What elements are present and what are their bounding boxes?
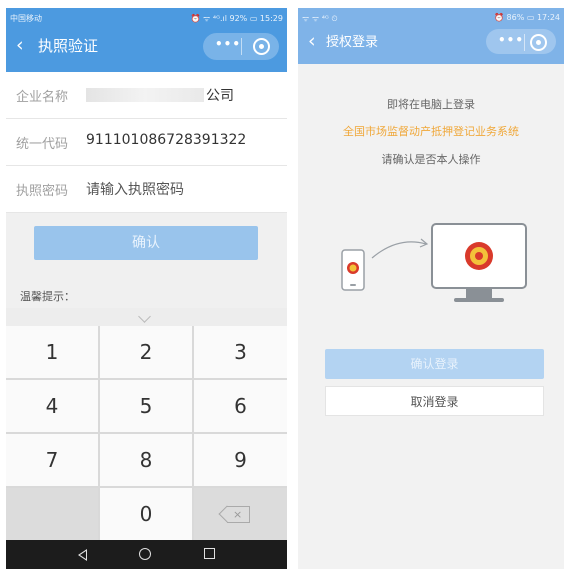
tip-label: 温馨提示： <box>20 290 75 303</box>
mini-program-capsule: ••• <box>203 33 279 60</box>
key-0[interactable]: 0 <box>100 488 192 540</box>
confirm-login-button[interactable]: 确认登录 <box>325 349 544 379</box>
collapse-keyboard-icon[interactable] <box>138 310 151 323</box>
status-indicators: ⏰ ᯤ ⁴ᴳ.ıl 92% ▭ 15:29 <box>190 14 283 23</box>
left-status-bar: 中国移动 ⏰ ᯤ ⁴ᴳ.ıl 92% ▭ 15:29 <box>10 11 283 25</box>
company-name-label: 企业名称 <box>16 90 69 105</box>
credit-code-value: 911101086728391322 <box>86 132 247 148</box>
company-name-redacted <box>86 88 204 102</box>
backspace-key[interactable]: × <box>194 488 287 540</box>
page-title: 授权登录 <box>326 35 379 50</box>
phone-icon <box>341 249 365 291</box>
more-icon[interactable]: ••• <box>215 37 241 51</box>
key-3[interactable]: 3 <box>194 326 287 378</box>
key-8[interactable]: 8 <box>100 434 192 486</box>
phone-to-pc-illustration <box>341 223 527 302</box>
cancel-login-button[interactable]: 取消登录 <box>325 386 544 416</box>
right-phone-screen: ᯤ ᯤ ⁴ᴳ ⏲ ⏰ 86% ▭ 17:24 ‹ 授权登录 ••• 即将在电脑上… <box>298 8 564 569</box>
right-status-bar: ᯤ ᯤ ⁴ᴳ ⏲ ⏰ 86% ▭ 17:24 <box>302 11 560 25</box>
mini-program-capsule: ••• <box>486 29 556 54</box>
key-4[interactable]: 4 <box>6 380 98 432</box>
key-7[interactable]: 7 <box>6 434 98 486</box>
back-icon[interactable]: ‹ <box>16 34 24 56</box>
close-miniprogram-icon[interactable] <box>530 34 547 51</box>
right-header: ᯤ ᯤ ⁴ᴳ ⏲ ⏰ 86% ▭ 17:24 ‹ 授权登录 ••• <box>298 8 564 64</box>
backspace-icon: × <box>227 506 250 523</box>
left-phone-screen: 中国移动 ⏰ ᯤ ⁴ᴳ.ıl 92% ▭ 15:29 ‹ 执照验证 ••• 企业… <box>6 8 287 569</box>
close-miniprogram-icon[interactable] <box>253 38 270 55</box>
key-2[interactable]: 2 <box>100 326 192 378</box>
confirm-identity-text: 请确认是否本人操作 <box>381 153 481 166</box>
left-header: 中国移动 ⏰ ᯤ ⁴ᴳ.ıl 92% ▭ 15:29 ‹ 执照验证 ••• <box>6 8 287 72</box>
left-nav-bar: ‹ 执照验证 ••• <box>6 30 287 66</box>
carrier-label: 中国移动 <box>10 14 42 23</box>
nav-back-icon[interactable] <box>78 549 87 561</box>
status-indicators-left: ᯤ ᯤ ⁴ᴳ ⏲ <box>302 14 338 23</box>
key-9[interactable]: 9 <box>194 434 287 486</box>
capsule-divider <box>241 38 242 55</box>
more-icon[interactable]: ••• <box>498 33 524 47</box>
monitor-icon <box>431 223 527 302</box>
key-5[interactable]: 5 <box>100 380 192 432</box>
system-name-text: 全国市场监督动产抵押登记业务系统 <box>343 125 519 138</box>
credit-code-label: 统一代码 <box>16 137 69 152</box>
key-1[interactable]: 1 <box>6 326 98 378</box>
license-password-row[interactable]: 执照密码 请输入执照密码 <box>6 166 287 213</box>
page-title: 执照验证 <box>38 37 99 55</box>
keypad-blank-key <box>6 488 98 540</box>
capsule-divider <box>524 34 525 51</box>
login-prompt-text: 即将在电脑上登录 <box>387 98 475 111</box>
android-nav-bar <box>6 540 287 569</box>
credit-code-row: 统一代码 911101086728391322 <box>6 119 287 166</box>
confirm-button[interactable]: 确认 <box>34 226 258 260</box>
company-name-suffix: 公司 <box>206 88 234 104</box>
license-password-input[interactable]: 请输入执照密码 <box>86 179 184 199</box>
license-password-label: 执照密码 <box>16 184 69 199</box>
numeric-keypad: 1 2 3 4 5 6 7 8 9 0 × <box>6 326 287 540</box>
license-form: 企业名称 公司 统一代码 911101086728391322 执照密码 请输入… <box>6 72 287 213</box>
right-nav-bar: ‹ 授权登录 ••• <box>298 26 564 62</box>
back-icon[interactable]: ‹ <box>308 30 316 52</box>
company-name-row: 企业名称 公司 <box>6 72 287 119</box>
nav-recents-icon[interactable] <box>204 548 215 559</box>
key-6[interactable]: 6 <box>194 380 287 432</box>
status-indicators-right: ⏰ 86% ▭ 17:24 <box>494 13 560 22</box>
nav-home-icon[interactable] <box>139 548 151 560</box>
